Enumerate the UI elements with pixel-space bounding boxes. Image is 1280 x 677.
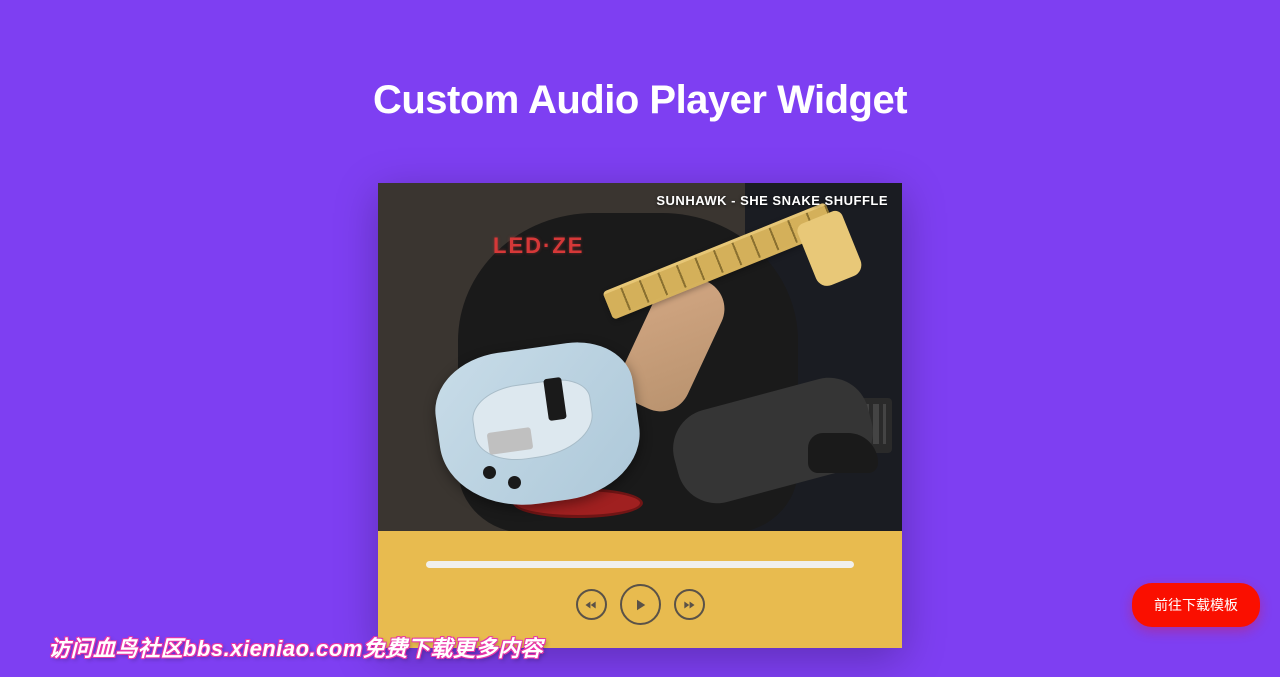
download-template-button[interactable]: 前往下载模板 [1132, 583, 1260, 627]
track-label: SUNHAWK - SHE SNAKE SHUFFLE [656, 193, 888, 208]
page-title: Custom Audio Player Widget [0, 0, 1280, 123]
forward-icon [682, 598, 696, 612]
rewind-icon [584, 598, 598, 612]
control-buttons [426, 584, 854, 625]
progress-bar[interactable] [426, 561, 854, 568]
cover-art: SUNHAWK - SHE SNAKE SHUFFLE LED·ZE [378, 183, 902, 531]
rewind-button[interactable] [576, 589, 607, 620]
forward-button[interactable] [674, 589, 705, 620]
watermark-text: 访问血鸟社区bbs.xieniao.com免费下载更多内容 [48, 631, 543, 663]
play-button[interactable] [620, 584, 661, 625]
shirt-logo-text: LED·ZE [493, 233, 584, 259]
cover-illustration: LED·ZE [378, 183, 902, 531]
audio-player-widget: SUNHAWK - SHE SNAKE SHUFFLE LED·ZE [378, 183, 902, 648]
play-icon [631, 596, 649, 614]
